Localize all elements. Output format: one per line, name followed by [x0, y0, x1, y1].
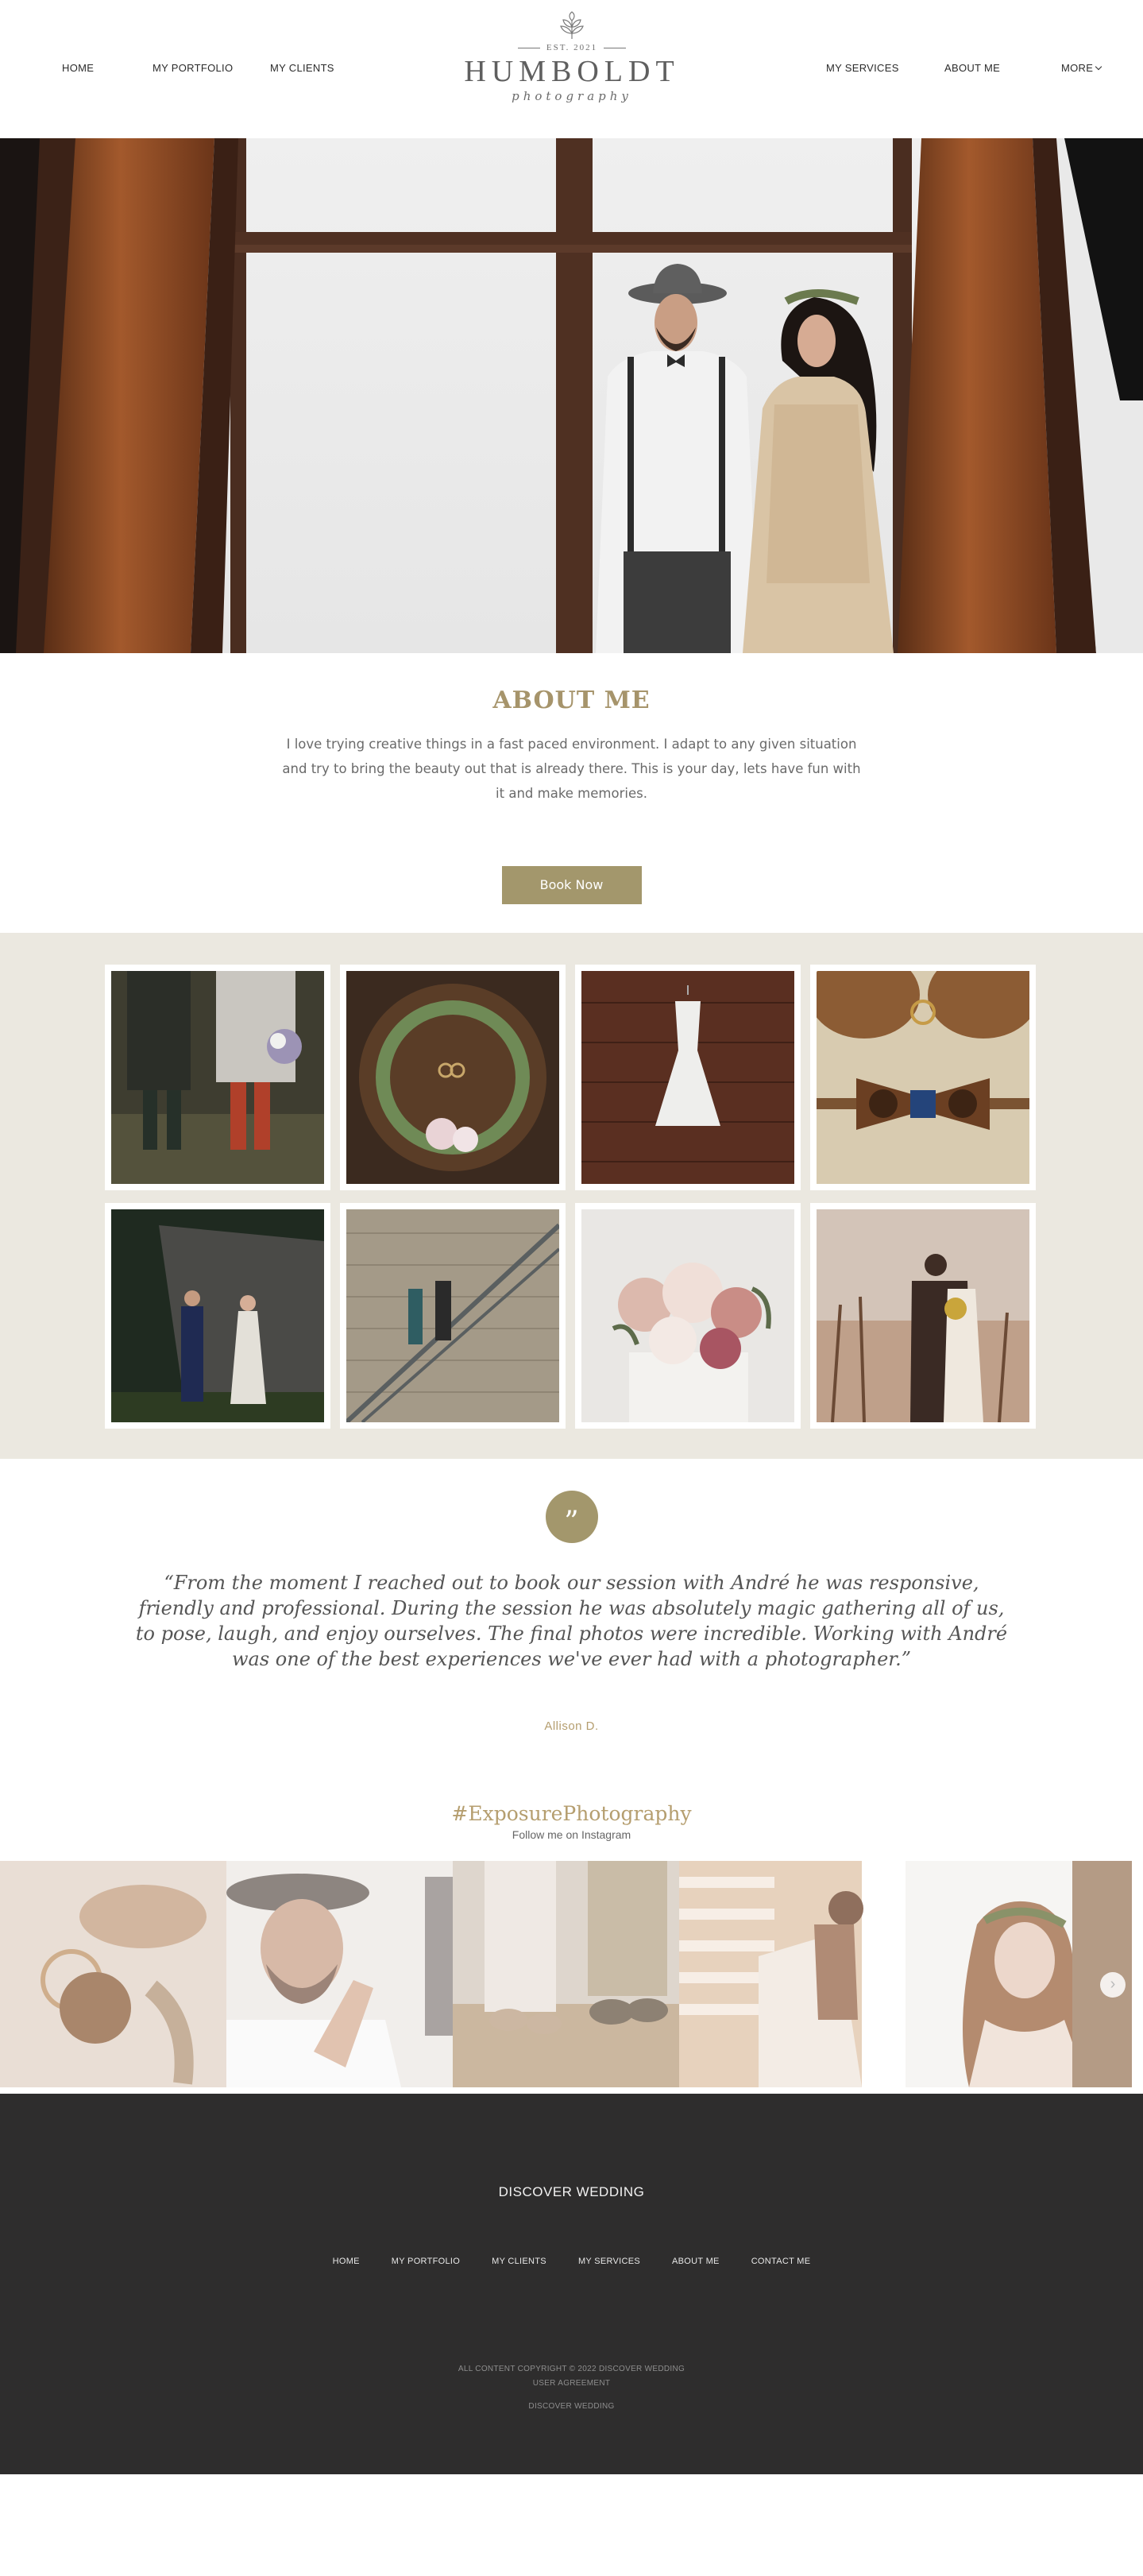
gallery-item[interactable]: [339, 1203, 566, 1429]
footer-nav-my-portfolio[interactable]: MY PORTFOLIO: [392, 2257, 460, 2266]
bride-light-photo[interactable]: [679, 1861, 906, 2087]
footer-copyright: ALL CONTENT COPYRIGHT © 2022 DISCOVER WE…: [458, 2365, 685, 2373]
footer-nav-contact-me[interactable]: CONTACT ME: [751, 2257, 811, 2266]
testimonial-quote: “From the moment I reached out to book o…: [135, 1572, 1008, 1670]
instagram-feed: [0, 1861, 1143, 2087]
about-title: ABOUT ME: [492, 687, 651, 714]
footer-nav-my-clients[interactable]: MY CLIENTS: [492, 2257, 546, 2266]
chevron-down-icon: [1095, 63, 1102, 71]
boots-couple-photo: [110, 971, 324, 1184]
chevron-right-icon[interactable]: ›: [1100, 1972, 1126, 1998]
logo-subtitle: photography: [512, 89, 632, 103]
logo-est-line: EST. 2021: [461, 43, 683, 52]
groom-hat-photo[interactable]: [226, 1861, 453, 2087]
gallery-item[interactable]: [104, 1203, 330, 1429]
nav-my-clients[interactable]: MY CLIENTS: [270, 62, 334, 74]
couple-forest-photo: [110, 1209, 324, 1422]
footer-nav-home[interactable]: HOME: [333, 2257, 360, 2266]
gallery-item[interactable]: [574, 965, 801, 1190]
footer-nav-my-services[interactable]: MY SERVICES: [578, 2257, 640, 2266]
footer-nav: HOME MY PORTFOLIO MY CLIENTS MY SERVICES…: [0, 2257, 1143, 2266]
instagram-hashtag[interactable]: #ExposurePhotography: [0, 1802, 1143, 1825]
gallery-item[interactable]: [809, 965, 1036, 1190]
quote-icon: ”: [545, 1491, 598, 1543]
hug-field-photo: [816, 1209, 1029, 1422]
bride-crown-photo[interactable]: [906, 1861, 1132, 2087]
about-section: ABOUT ME I love trying creative things i…: [0, 653, 1143, 933]
shoes-grass-photo[interactable]: [453, 1861, 679, 2087]
leaf-icon: [560, 11, 584, 39]
nav-more[interactable]: MORE: [1061, 62, 1102, 74]
instagram-subtitle: Follow me on Instagram: [512, 1828, 631, 1841]
bowtie-rings-photo: [816, 971, 1029, 1184]
testimonial-author: Allison D.: [544, 1719, 599, 1733]
book-now-button[interactable]: Book Now: [501, 866, 642, 904]
logo-name: HUMBOLDT: [464, 55, 680, 88]
site-logo[interactable]: EST. 2021 HUMBOLDT photography: [461, 11, 683, 103]
wreath-rings-photo: [346, 971, 559, 1184]
about-text: I love trying creative things in a fast …: [282, 737, 861, 801]
nav-more-label: MORE: [1061, 62, 1094, 74]
footer-nav-about-me[interactable]: ABOUT ME: [672, 2257, 720, 2266]
testimonial-section: ” “From the moment I reached out to book…: [0, 1459, 1143, 1802]
site-header: HOME MY PORTFOLIO MY CLIENTS EST. 2021 H…: [0, 0, 1143, 138]
user-agreement-link[interactable]: USER AGREEMENT: [0, 2379, 1143, 2388]
nav-my-portfolio[interactable]: MY PORTFOLIO: [153, 62, 233, 74]
footer-brand: DISCOVER WEDDING: [528, 2402, 615, 2411]
nav-my-services[interactable]: MY SERVICES: [826, 62, 899, 74]
gallery-section: [0, 933, 1143, 1459]
gallery-item[interactable]: [574, 1203, 801, 1429]
logo-est-text: EST. 2021: [546, 43, 598, 52]
gallery-grid: [104, 965, 1039, 1429]
gallery-item[interactable]: [104, 965, 330, 1190]
gallery-item[interactable]: [809, 1203, 1036, 1429]
nav-home[interactable]: HOME: [62, 62, 94, 74]
gallery-item[interactable]: [339, 965, 566, 1190]
rings-leaves-photo[interactable]: [0, 1861, 226, 2087]
stairs-couple-photo: [346, 1209, 559, 1422]
nav-about-me[interactable]: ABOUT ME: [944, 62, 1000, 74]
footer-title: DISCOVER WEDDING: [498, 2184, 645, 2199]
hero-image: [0, 138, 1143, 653]
bouquet-photo: [581, 1209, 794, 1422]
couple-at-window-photo: [0, 138, 1143, 653]
instagram-section: #ExposurePhotography Follow me on Instag…: [0, 1802, 1143, 2094]
site-footer: DISCOVER WEDDING HOME MY PORTFOLIO MY CL…: [0, 2094, 1143, 2474]
hanging-dress-photo: [581, 971, 794, 1184]
